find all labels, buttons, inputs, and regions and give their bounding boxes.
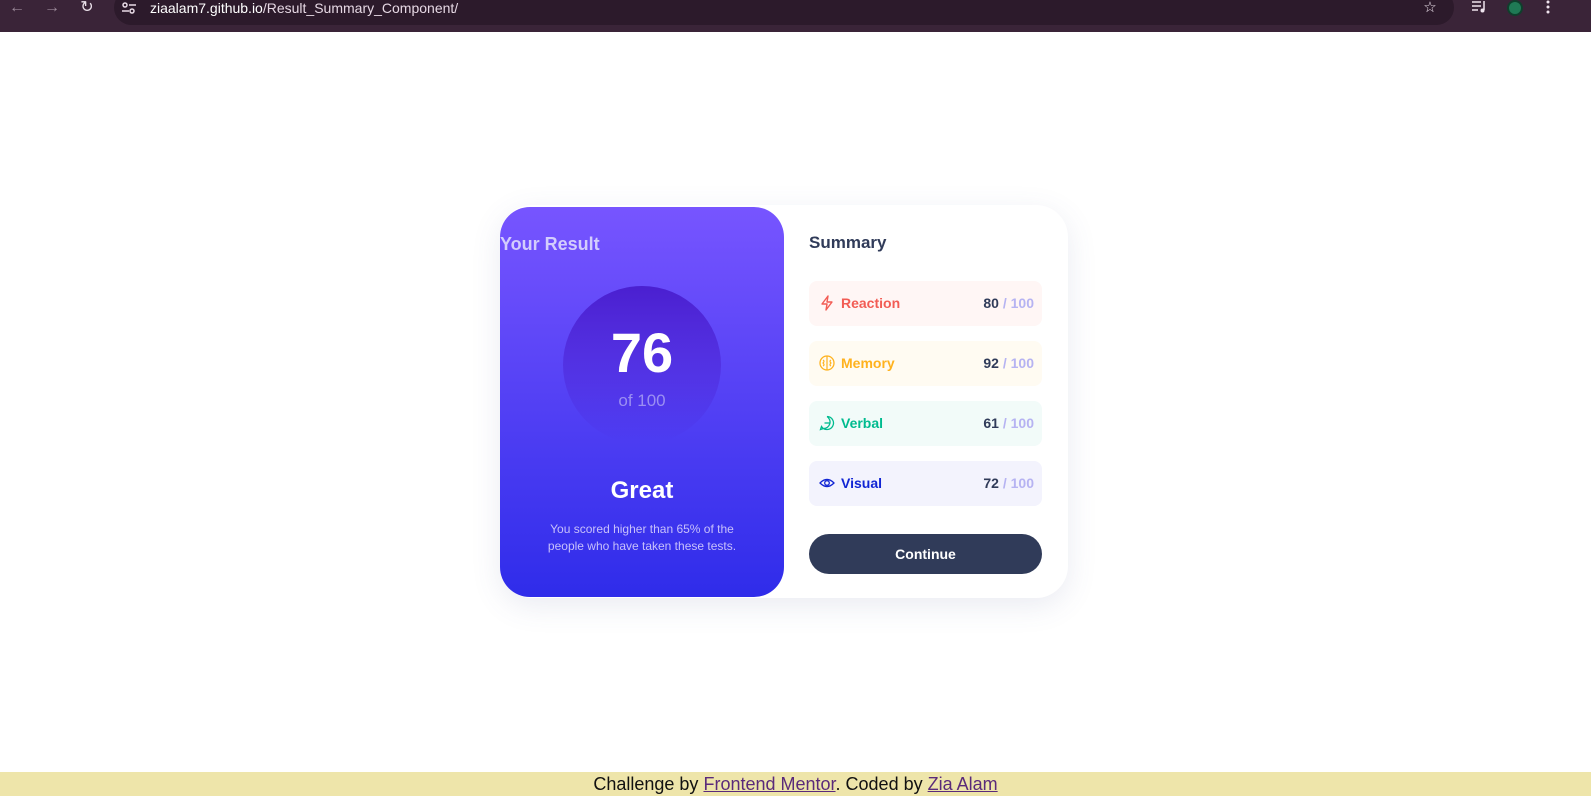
- bookmark-star-icon[interactable]: ☆: [1421, 0, 1439, 16]
- reading-list-icon[interactable]: [1470, 0, 1488, 16]
- author-link[interactable]: Zia Alam: [928, 774, 998, 794]
- site-settings-icon[interactable]: [121, 1, 137, 15]
- url-text[interactable]: ziaalam7.github.io/Result_Summary_Compon…: [150, 0, 458, 16]
- summary-title: Summary: [809, 233, 887, 252]
- score-of-label: of 100: [618, 391, 666, 410]
- summary-item-score: 61 / 100: [983, 415, 1034, 431]
- summary-item-label: Memory: [841, 355, 895, 371]
- url-path: /Result_Summary_Component/: [262, 0, 459, 16]
- continue-button[interactable]: Continue: [809, 534, 1042, 574]
- summary-item-label: Visual: [841, 475, 882, 491]
- summary-item-score: 72 / 100: [983, 475, 1034, 491]
- url-host: ziaalam7.github.io: [150, 0, 263, 16]
- chat-icon: [819, 415, 835, 431]
- attribution-footer: Challenge by Frontend Mentor. Coded by Z…: [0, 772, 1591, 796]
- summary-item-visual: Visual 72 / 100: [809, 461, 1042, 506]
- summary-item-score: 92 / 100: [983, 355, 1034, 371]
- summary-item-memory: Memory 92 / 100: [809, 341, 1042, 386]
- forward-icon[interactable]: →: [41, 0, 63, 18]
- footer-prefix: Challenge by: [593, 774, 699, 794]
- summary-item-reaction: Reaction 80 / 100: [809, 281, 1042, 326]
- reload-icon[interactable]: ↻: [76, 0, 98, 18]
- rating-description: You scored higher than 65% of the people…: [547, 522, 737, 553]
- brain-icon: [819, 355, 835, 371]
- extension-icon[interactable]: [1507, 0, 1523, 16]
- back-icon[interactable]: ←: [6, 0, 28, 18]
- menu-icon[interactable]: [1539, 0, 1557, 16]
- frontend-mentor-link[interactable]: Frontend Mentor: [703, 774, 835, 794]
- rating-title: Great: [610, 477, 674, 504]
- summary-item-verbal: Verbal 61 / 100: [809, 401, 1042, 446]
- score-value: 76: [610, 321, 674, 384]
- summary-item-score: 80 / 100: [983, 295, 1034, 311]
- lightning-icon: [819, 295, 835, 311]
- summary-item-label: Reaction: [841, 295, 901, 311]
- footer-middle: . Coded by: [835, 774, 923, 794]
- result-heading: Your Result: [500, 234, 600, 254]
- summary-item-label: Verbal: [841, 415, 884, 431]
- eye-icon: [819, 475, 835, 491]
